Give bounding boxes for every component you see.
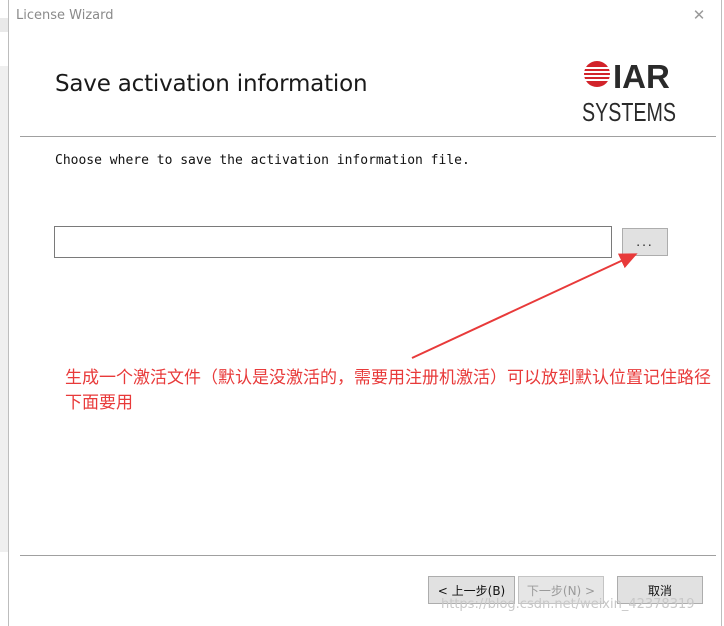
csdn-watermark: https://blog.csdn.net/weixin_42378319: [441, 597, 695, 612]
save-path-input[interactable]: [54, 226, 612, 258]
browse-button[interactable]: ...: [622, 228, 668, 256]
footer-divider: [20, 555, 716, 556]
logo-brand-bottom: SYSTEMS: [582, 97, 676, 124]
screenshot-stage: License Wizard ✕ Save activation informa…: [0, 0, 724, 626]
iar-systems-logo: IAR SYSTEMS: [582, 58, 676, 124]
page-title: Save activation information: [55, 71, 368, 97]
title-bar[interactable]: License Wizard ✕: [8, 0, 720, 32]
annotation-note: 生成一个激活文件（默认是没激活的，需要用注册机激活）可以放到默认位置记住路径下面…: [65, 368, 711, 413]
window-title: License Wizard: [16, 8, 114, 23]
close-icon[interactable]: ✕: [688, 4, 710, 26]
header-divider: [20, 136, 716, 137]
instruction-text: Choose where to save the activation info…: [55, 153, 470, 168]
iar-emblem-icon: [584, 61, 610, 87]
logo-brand-top: IAR: [613, 58, 670, 95]
